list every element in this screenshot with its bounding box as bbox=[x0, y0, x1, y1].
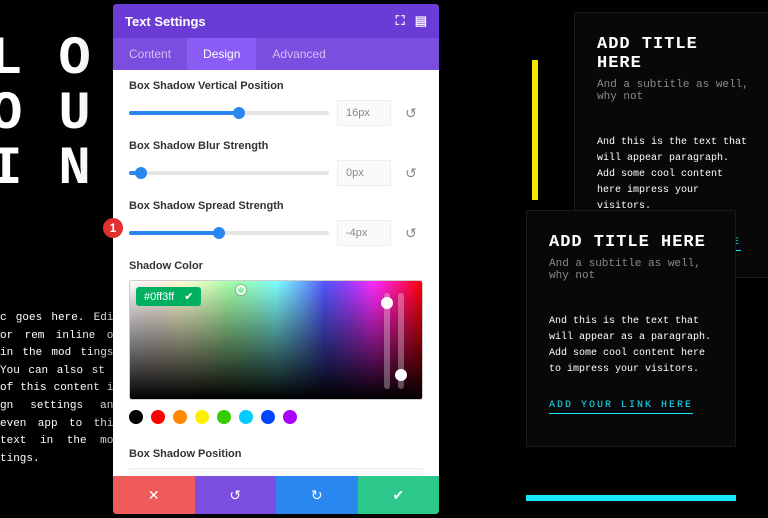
promo-card-mid: ADD TITLE HERE And a subtitle as well, w… bbox=[526, 210, 736, 447]
card-paragraph: And this is the text that will appear pa… bbox=[597, 135, 751, 215]
card-subtitle: And a subtitle as well, why not bbox=[549, 258, 713, 282]
cancel-button[interactable]: ✕ bbox=[113, 476, 195, 514]
color-swatch[interactable] bbox=[239, 410, 253, 424]
reset-icon[interactable]: ↺ bbox=[399, 105, 423, 122]
color-swatch[interactable] bbox=[129, 410, 143, 424]
step-badge: 1 bbox=[103, 218, 123, 238]
setting-spread-strength: Box Shadow Spread Strength -4px ↺ bbox=[129, 200, 423, 246]
expand-icon[interactable]: ⛶ bbox=[396, 13, 405, 29]
menu-icon[interactable]: ▤ bbox=[415, 13, 427, 29]
alpha-slider[interactable] bbox=[398, 293, 404, 389]
setting-label: Box Shadow Vertical Position bbox=[129, 80, 423, 92]
color-picker[interactable]: #0ff3ff ✔ bbox=[129, 280, 423, 400]
redo-button[interactable]: ↻ bbox=[276, 476, 358, 514]
background-paragraph: c goes here. Edit or rem inline or in th… bbox=[0, 310, 120, 468]
panel-title: Text Settings bbox=[125, 14, 206, 29]
panel-tabs: Content Design Advanced bbox=[113, 38, 439, 70]
tab-advanced[interactable]: Advanced bbox=[256, 38, 341, 70]
color-swatch[interactable] bbox=[195, 410, 209, 424]
reset-icon[interactable]: ↺ bbox=[399, 165, 423, 182]
panel-footer: ✕ ↺ ↻ ✔ bbox=[113, 476, 439, 514]
value-vertical-position[interactable]: 16px bbox=[337, 100, 391, 126]
undo-button[interactable]: ↺ bbox=[195, 476, 277, 514]
setting-label: Box Shadow Spread Strength bbox=[129, 200, 423, 212]
card-title: ADD TITLE HERE bbox=[549, 233, 713, 252]
panel-header: Text Settings ⛶ ▤ bbox=[113, 4, 439, 38]
color-swatch[interactable] bbox=[283, 410, 297, 424]
slider-vertical-position[interactable] bbox=[129, 106, 329, 120]
hex-chip[interactable]: #0ff3ff ✔ bbox=[136, 287, 201, 306]
accent-line-yellow bbox=[532, 60, 538, 200]
card-subtitle: And a subtitle as well, why not bbox=[597, 79, 751, 103]
setting-shadow-position: Box Shadow Position Outer Shadow ⇅ bbox=[129, 448, 423, 476]
save-button[interactable]: ✔ bbox=[358, 476, 440, 514]
color-swatch[interactable] bbox=[151, 410, 165, 424]
value-blur-strength[interactable]: 0px bbox=[337, 160, 391, 186]
card-paragraph: And this is the text that will appear as… bbox=[549, 314, 713, 378]
slider-blur-strength[interactable] bbox=[129, 166, 329, 180]
panel-body: Box Shadow Vertical Position 16px ↺ Box … bbox=[113, 70, 439, 476]
setting-shadow-color: Shadow Color #0ff3ff ✔ bbox=[129, 260, 423, 434]
check-icon[interactable]: ✔ bbox=[184, 290, 193, 303]
shadow-position-select[interactable]: Outer Shadow ⇅ bbox=[129, 468, 423, 476]
slider-spread-strength[interactable] bbox=[129, 226, 329, 240]
text-settings-panel: Text Settings ⛶ ▤ Content Design Advance… bbox=[113, 4, 439, 514]
color-swatches bbox=[129, 408, 423, 434]
hex-value: #0ff3ff bbox=[144, 291, 174, 303]
color-swatch[interactable] bbox=[173, 410, 187, 424]
card-title: ADD TITLE HERE bbox=[597, 35, 751, 73]
accent-line-cyan bbox=[526, 495, 736, 501]
tab-design[interactable]: Design bbox=[187, 38, 256, 70]
reset-icon[interactable]: ↺ bbox=[399, 225, 423, 242]
hue-slider[interactable] bbox=[384, 293, 390, 389]
setting-label: Shadow Color bbox=[129, 260, 423, 272]
value-spread-strength[interactable]: -4px bbox=[337, 220, 391, 246]
color-swatch[interactable] bbox=[217, 410, 231, 424]
setting-label: Box Shadow Position bbox=[129, 448, 423, 460]
card-link[interactable]: ADD YOUR LINK HERE bbox=[549, 400, 693, 414]
setting-vertical-position: Box Shadow Vertical Position 16px ↺ bbox=[129, 80, 423, 126]
color-swatch[interactable] bbox=[261, 410, 275, 424]
picker-cursor-icon[interactable] bbox=[236, 285, 246, 295]
setting-blur-strength: Box Shadow Blur Strength 0px ↺ bbox=[129, 140, 423, 186]
tab-content[interactable]: Content bbox=[113, 38, 187, 70]
setting-label: Box Shadow Blur Strength bbox=[129, 140, 423, 152]
